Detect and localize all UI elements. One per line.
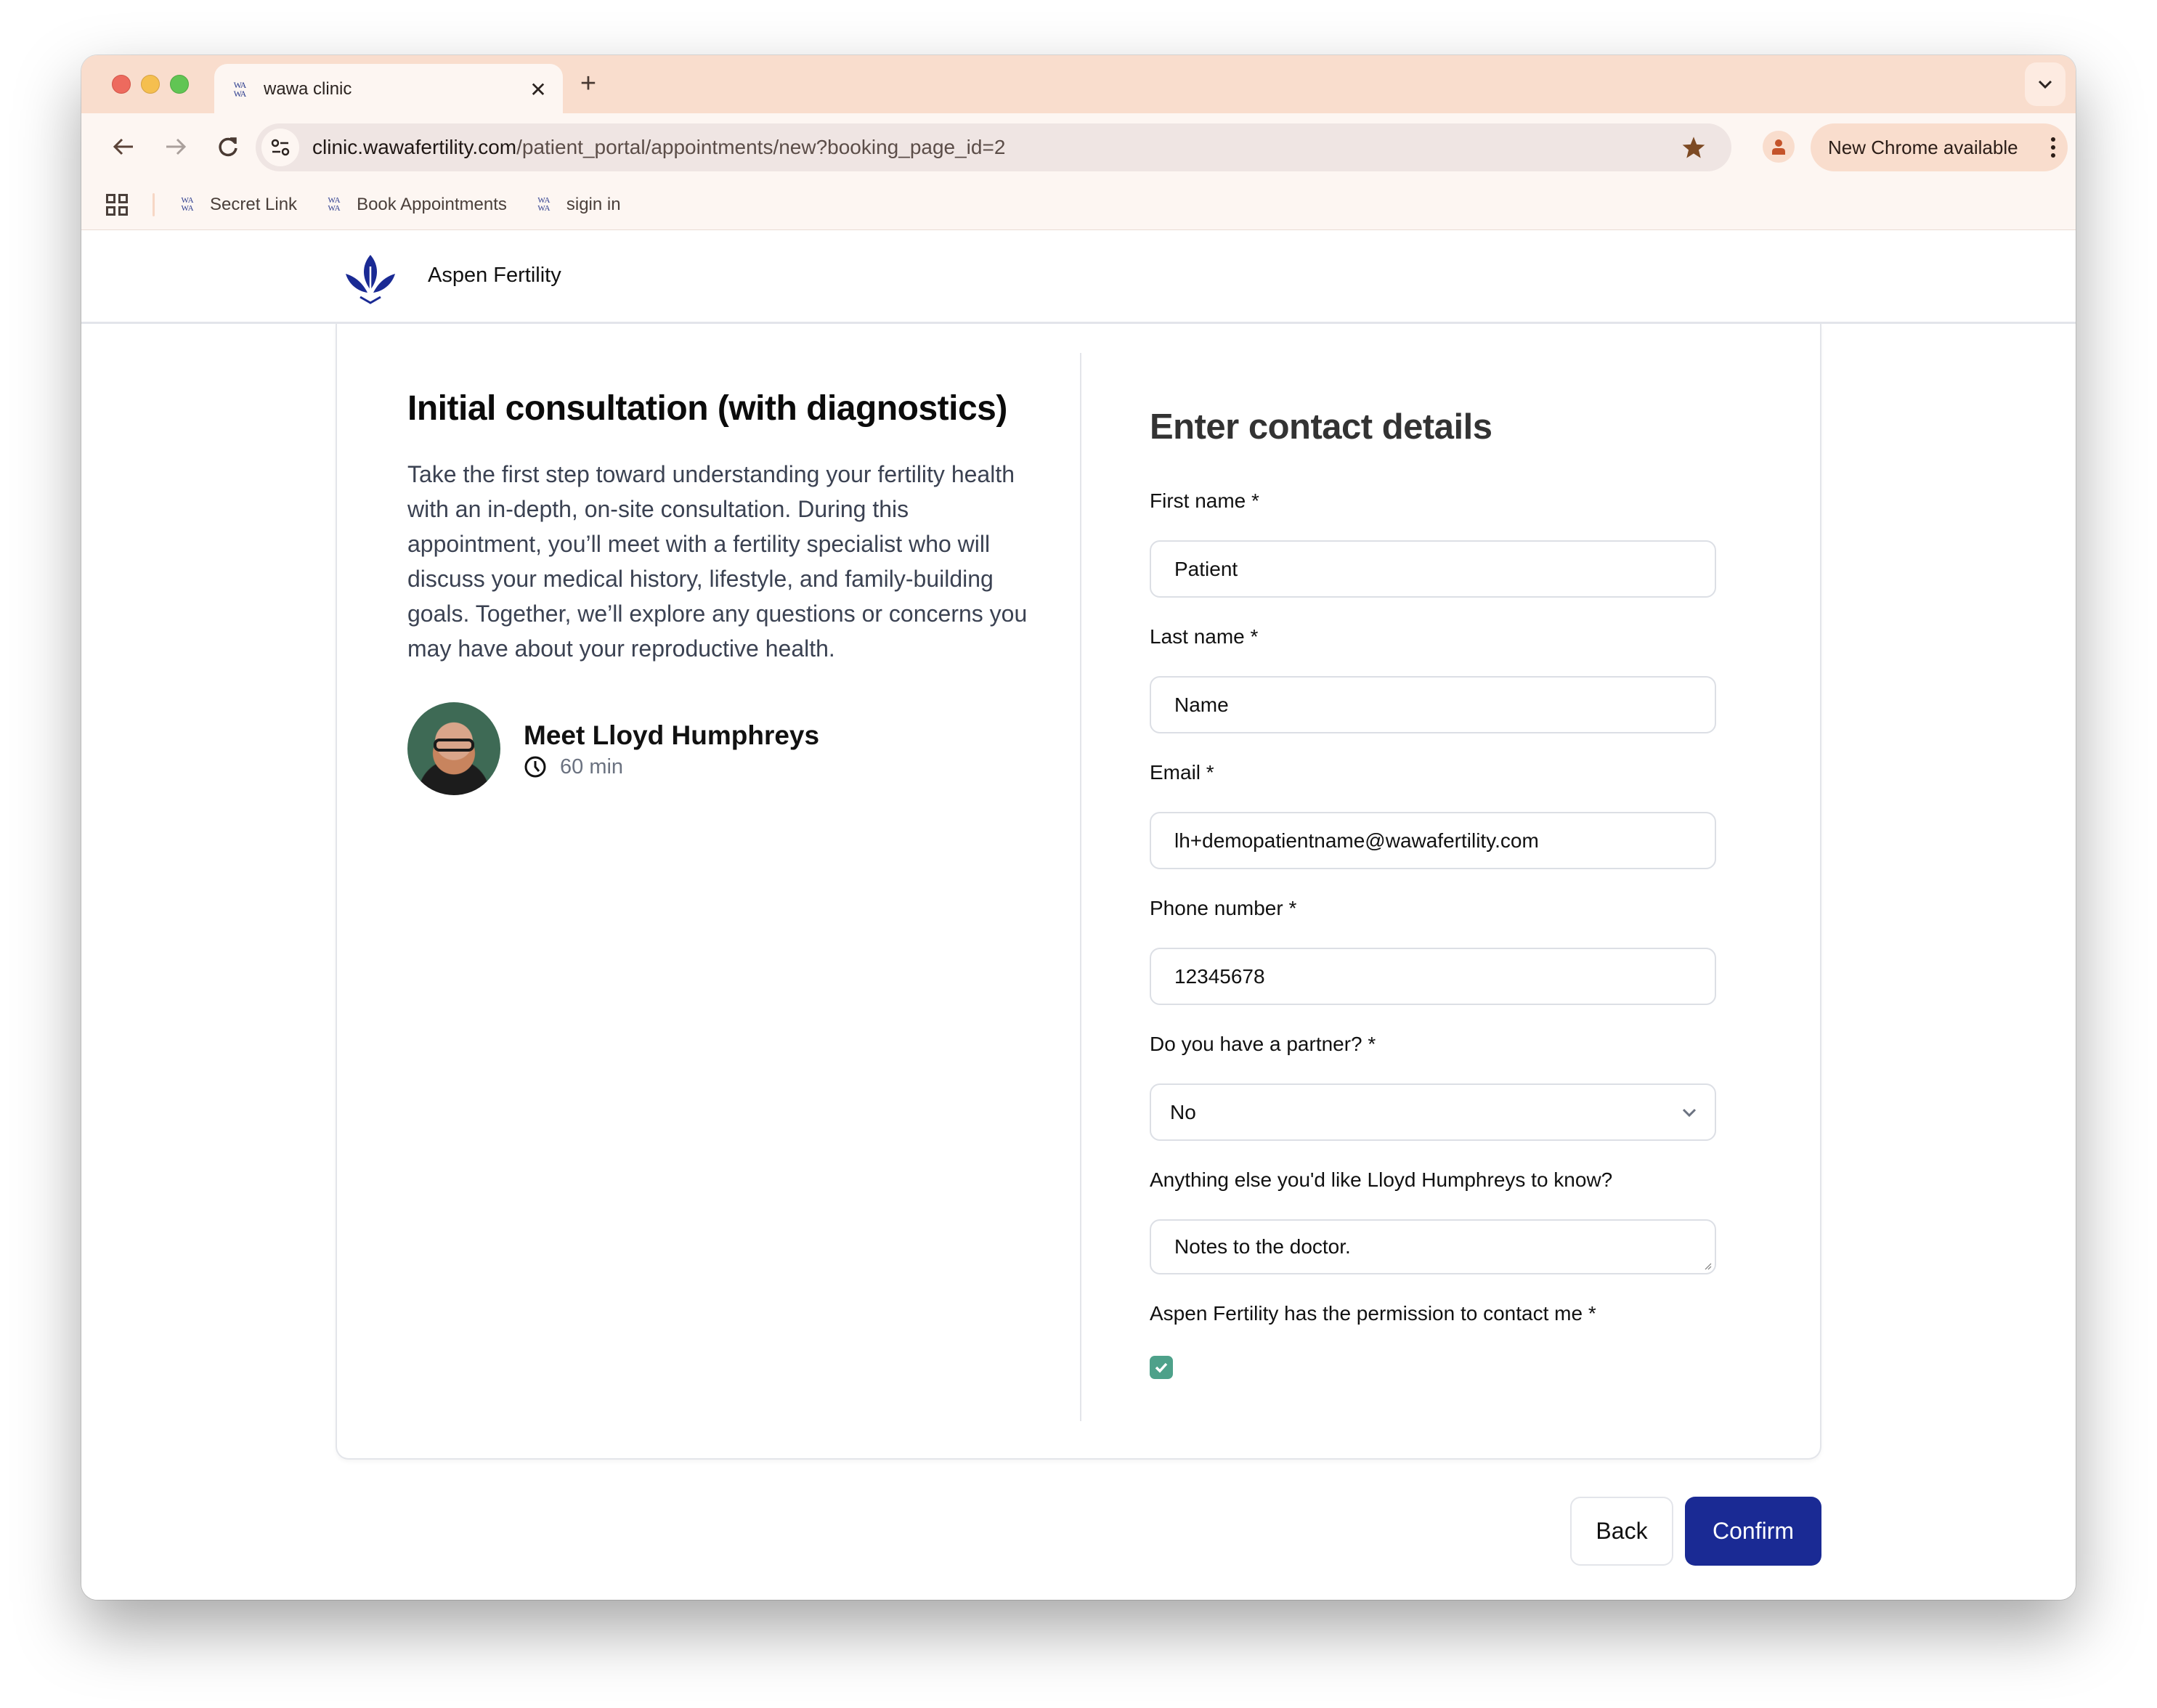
duration-text: 60 min: [560, 755, 624, 778]
url-text[interactable]: clinic.wawafertility.com/patient_portal/…: [312, 136, 1673, 159]
address-bar[interactable]: clinic.wawafertility.com/patient_portal/…: [256, 123, 1731, 171]
update-label: New Chrome available: [1828, 136, 2018, 158]
profile-button[interactable]: [1763, 131, 1795, 163]
column-divider: [1080, 353, 1081, 1421]
browser-toolbar: clinic.wawafertility.com/patient_portal/…: [81, 113, 2076, 179]
provider-avatar: [407, 702, 500, 795]
partner-select[interactable]: No: [1150, 1083, 1716, 1141]
back-button[interactable]: Back: [1570, 1497, 1673, 1566]
reload-button[interactable]: [211, 129, 245, 164]
back-nav-button[interactable]: [106, 129, 141, 164]
chevron-down-icon: [2038, 80, 2052, 89]
wawa-favicon-icon: WA WA: [328, 195, 341, 213]
site-name: Aspen Fertility: [428, 264, 561, 287]
tab-strip: WA WA wawa clinic ✕ +: [81, 55, 2076, 115]
close-window-button[interactable]: [112, 75, 131, 94]
duration: 60 min: [524, 755, 819, 779]
aspen-leaf-logo-icon[interactable]: [341, 252, 399, 307]
bookmark-label: Book Appointments: [357, 194, 507, 214]
arrow-left-icon: [113, 138, 133, 155]
last-name-input[interactable]: Name: [1150, 676, 1716, 733]
new-tab-button[interactable]: +: [569, 65, 607, 103]
star-icon: [1682, 137, 1705, 158]
tab-close-icon[interactable]: ✕: [524, 78, 553, 102]
bookmark-sign-in[interactable]: WA WA sigin in: [533, 194, 621, 215]
provider-name: Meet Lloyd Humphreys: [524, 720, 820, 750]
checkmark-icon: [1155, 1362, 1168, 1373]
first-name-label: First name *: [1150, 489, 1259, 512]
wawa-favicon-icon: WA WA: [537, 195, 551, 213]
bookmarks-bar: WA WA Secret Link WA WA Book Appointments …: [81, 179, 2076, 230]
tab-search-button[interactable]: [2025, 62, 2065, 106]
first-name-input[interactable]: Patient: [1150, 540, 1716, 598]
partner-select-value: No: [1170, 1100, 1196, 1123]
more-menu-icon[interactable]: [2039, 137, 2068, 158]
notes-textarea[interactable]: Notes to the doctor.: [1150, 1219, 1716, 1274]
phone-label: Phone number *: [1150, 897, 1297, 919]
wawa-favicon-icon: WA WA: [181, 195, 194, 213]
booking-card: Initial consultation (with diagnostics) …: [336, 324, 1821, 1460]
chevron-down-icon: [1682, 1108, 1697, 1117]
confirm-button[interactable]: Confirm: [1685, 1497, 1821, 1566]
consent-checkbox[interactable]: [1150, 1356, 1173, 1379]
tune-icon: [271, 139, 290, 156]
email-label: Email *: [1150, 761, 1214, 784]
site-header: Aspen Fertility: [81, 230, 2076, 324]
site-info-button[interactable]: [261, 129, 299, 166]
person-icon: [1772, 139, 1785, 155]
wawa-favicon-icon: WA WA: [233, 80, 247, 99]
appointment-title: Initial consultation (with diagnostics): [407, 389, 1007, 428]
notes-label: Anything else you'd like Lloyd Humphreys…: [1150, 1168, 1613, 1191]
provider-block: Meet Lloyd Humphreys 60 min: [407, 702, 1047, 795]
resize-handle-icon[interactable]: [1703, 1261, 1712, 1270]
bookmark-label: Secret Link: [210, 194, 298, 214]
arrow-right-icon: [166, 138, 187, 155]
bookmark-secret-link[interactable]: WA WA Secret Link: [176, 195, 297, 215]
form-actions: Back Confirm: [1570, 1497, 1821, 1566]
reload-icon: [219, 137, 237, 157]
bookmark-star-button[interactable]: [1673, 136, 1714, 159]
last-name-label: Last name *: [1150, 625, 1259, 648]
email-input[interactable]: lh+demopatientname@wawafertility.com: [1150, 812, 1716, 869]
contact-form: Enter contact details First name * Patie…: [1150, 404, 1716, 1379]
consent-label: Aspen Fertility has the permission to co…: [1150, 1302, 1596, 1325]
tab-wawa-clinic[interactable]: WA WA wawa clinic ✕: [214, 64, 563, 115]
bookmark-label: sigin in: [566, 194, 621, 214]
clock-icon: [524, 756, 546, 778]
bookmarks-separator: [153, 192, 155, 216]
tab-title: wawa clinic: [264, 79, 352, 99]
new-chrome-available-button[interactable]: New Chrome available: [1811, 123, 2068, 171]
form-title: Enter contact details: [1150, 407, 1492, 447]
page-content: Aspen Fertility Initial consultation (wi…: [81, 230, 2076, 1600]
minimize-window-button[interactable]: [141, 75, 160, 94]
phone-input[interactable]: 12345678: [1150, 948, 1716, 1005]
appointment-description: Take the first step toward understanding…: [407, 461, 1028, 662]
notes-text: Notes to the doctor.: [1174, 1235, 1351, 1258]
forward-nav-button[interactable]: [158, 129, 193, 164]
maximize-window-button[interactable]: [170, 75, 189, 94]
partner-label: Do you have a partner? *: [1150, 1033, 1376, 1055]
browser-window: WA WA wawa clinic ✕ + clinic.wawafertilit…: [81, 55, 2076, 1600]
bookmark-book-appointments[interactable]: WA WA Book Appointments: [323, 195, 507, 215]
apps-grid-icon[interactable]: [106, 193, 128, 216]
appointment-summary: Initial consultation (with diagnostics) …: [407, 386, 1047, 795]
